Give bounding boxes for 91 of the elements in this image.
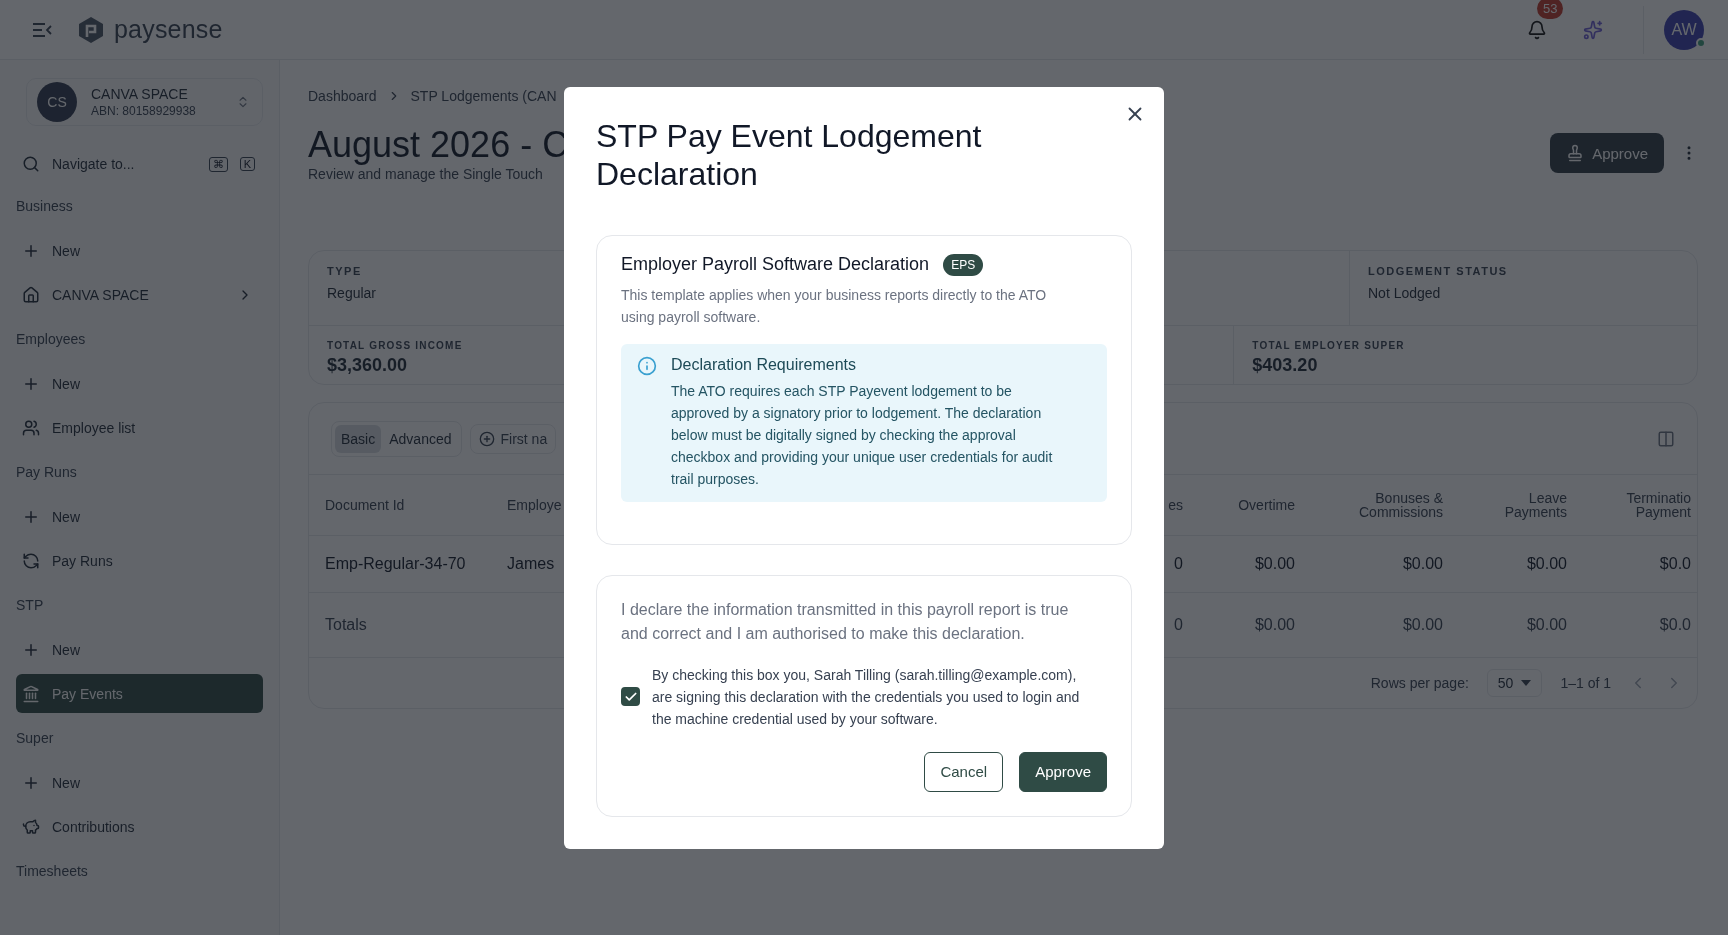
notification-bell-icon[interactable]: [1527, 19, 1547, 40]
table-cell: $0.00: [1402, 616, 1443, 634]
sidebar-item[interactable]: Contributions: [16, 807, 263, 846]
total-label: TOTAL GROSS INCOME: [327, 340, 463, 351]
template-title: Employer Payroll Software Declaration: [621, 254, 930, 275]
sidebar-item[interactable]: Pay Runs: [16, 541, 263, 580]
total-value: $3,360.00: [327, 355, 408, 376]
declaration-text: I declare the information transmitted in this payroll report is true and correct and I am authorised to make this declaration.: [621, 599, 1070, 644]
sidebar-item[interactable]: CANVA SPACE: [16, 275, 263, 314]
column-header: Leave Payments: [1503, 491, 1567, 519]
column-header: Employe: [507, 497, 562, 513]
sidebar-section-title: Business: [16, 197, 74, 216]
consent-text: By checking this box you, Sarah Tilling (sarah.tilling@example.com), are signing this declaration with the credentials you used to login and the machine credential used by your software.: [652, 665, 1081, 729]
sidebar-section-title: Pay Runs: [16, 463, 78, 482]
column-header: Overtime: [1238, 498, 1295, 512]
consent-checkbox[interactable]: [621, 687, 640, 706]
template-description: This template applies when your business reports directly to the ATO using payroll software.: [621, 285, 1048, 327]
detail-value: Regular: [327, 285, 377, 301]
column-header: Terminatio Payment: [1625, 491, 1691, 519]
columns-icon[interactable]: [1657, 429, 1675, 448]
page-subtitle: Review and manage the Single Touch: [308, 166, 543, 182]
table-cell: Emp-Regular-34-70: [325, 555, 466, 573]
organization-switcher[interactable]: CS CANVA SPACE ABN: 80158929938: [26, 78, 263, 126]
shortcut-key: ⌘: [208, 156, 228, 172]
total-value: $403.20: [1252, 355, 1318, 376]
pagination-range: 1–1 of 1: [1560, 675, 1611, 691]
sidebar-section-title: STP: [16, 596, 45, 615]
brand-name: paysense: [114, 15, 223, 44]
cancel-button[interactable]: Cancel: [924, 751, 1004, 792]
sidebar-section-title: Employees: [16, 330, 87, 349]
organization-name: CANVA SPACE: [91, 86, 189, 102]
table-cell: $0.00: [1254, 555, 1295, 573]
organization-avatar: CS: [37, 82, 77, 122]
home-icon: [22, 285, 40, 304]
shortcut-key: K: [239, 157, 255, 171]
table-cell: James: [507, 555, 555, 573]
bank-icon: [22, 684, 40, 703]
online-status-dot: [1696, 37, 1706, 48]
column-header: Document Id: [325, 497, 405, 513]
approve-button[interactable]: Approve: [1550, 133, 1664, 173]
navigate-search[interactable]: Navigate to... ⌘ K: [16, 142, 263, 186]
sidebar-item[interactable]: New: [16, 630, 263, 669]
rows-per-page-select[interactable]: 50: [1486, 669, 1543, 697]
table-cell: $0.00: [1526, 616, 1567, 634]
sidebar-item[interactable]: New: [16, 231, 263, 270]
sidebar-item[interactable]: New: [16, 763, 263, 802]
detail-value: Not Lodged: [1368, 285, 1441, 301]
organization-abn: ABN: 80158929938: [91, 104, 197, 118]
view-tab[interactable]: Advanced: [383, 424, 458, 453]
template-badge: EPS: [943, 253, 984, 276]
breadcrumb-link[interactable]: STP Lodgements (CAN: [410, 88, 557, 104]
users-icon: [22, 418, 40, 437]
refresh-icon: [22, 551, 40, 570]
info-text: The ATO requires each STP Payevent lodgement to be approved by a signatory prior to lodgement. The declaration below must be digitally signed by checking the approval checkbox and providing your unique user credentials for audit trail purposes.: [671, 381, 1054, 489]
menu-collapse-icon[interactable]: [32, 21, 52, 38]
user-avatar[interactable]: AW: [1664, 9, 1704, 50]
logo-icon: [78, 15, 104, 44]
sidebar-item[interactable]: Employee list: [16, 408, 263, 447]
dialog-title: STP Pay Event Lodgement Declaration: [596, 116, 983, 193]
table-cell: $0.00: [1254, 616, 1295, 634]
search-icon: [22, 155, 40, 173]
detail-label: LODGEMENT STATUS: [1368, 265, 1508, 277]
stamp-icon: [1566, 144, 1585, 162]
caret-icon: [1521, 680, 1532, 686]
info-title: Declaration Requirements: [671, 355, 857, 374]
sidebar-section-title: Timesheets: [16, 862, 89, 881]
sidebar-item[interactable]: Pay Events: [16, 674, 263, 713]
sidebar-item[interactable]: New: [16, 364, 263, 403]
sidebar-section-title: Super: [16, 729, 55, 748]
total-label: TOTAL EMPLOYER SUPER: [1252, 340, 1405, 351]
column-header: Bonuses & Commissions: [1358, 491, 1443, 519]
notification-count: 53: [1537, 0, 1564, 19]
rows-per-page-label: Rows per page:: [1370, 675, 1469, 691]
table-cell: $0.0: [1659, 555, 1691, 573]
table-cell: $0.00: [1402, 555, 1443, 573]
info-icon: [637, 355, 657, 376]
detail-label: TYPE: [327, 265, 362, 277]
filter-chip[interactable]: First na: [469, 423, 557, 454]
table-cell: $0.00: [1526, 555, 1567, 573]
piggy-bank-icon: [22, 817, 40, 836]
column-header: es: [1168, 498, 1183, 512]
totals-label: Totals: [325, 616, 367, 634]
table-cell: $0.0: [1659, 616, 1691, 634]
add-circle-icon: [478, 430, 495, 447]
table-cell: 0: [1174, 616, 1183, 634]
table-cell: 0: [1174, 555, 1183, 573]
sparkle-icon[interactable]: [1583, 19, 1603, 40]
sidebar-item[interactable]: New: [16, 497, 263, 536]
breadcrumb-link[interactable]: Dashboard: [308, 88, 377, 104]
approve-button[interactable]: Approve: [1019, 751, 1107, 792]
view-tab[interactable]: Basic: [335, 424, 382, 453]
